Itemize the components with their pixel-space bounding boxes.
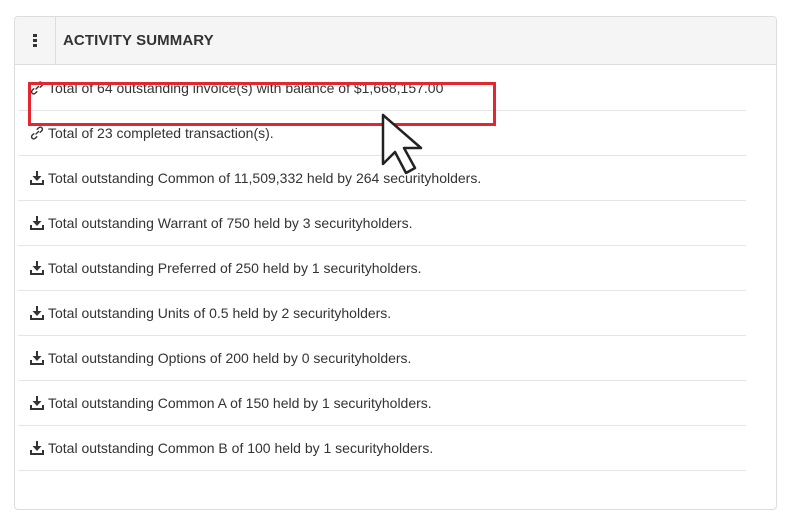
list-item-units[interactable]: Total outstanding Units of 0.5 held by 2…: [18, 291, 746, 336]
download-icon: [30, 216, 44, 230]
download-icon: [30, 351, 44, 365]
list-item-label: Total outstanding Preferred of 250 held …: [48, 260, 422, 276]
list-item-common[interactable]: Total outstanding Common of 11,509,332 h…: [18, 156, 746, 201]
list-item-transactions[interactable]: Total of 23 completed transaction(s).: [18, 111, 746, 156]
list-item-common-a[interactable]: Total outstanding Common A of 150 held b…: [18, 381, 746, 426]
list-item-invoices[interactable]: Total of 64 outstanding invoice(s) with …: [18, 66, 746, 111]
list-item-label: Total outstanding Common B of 100 held b…: [48, 440, 434, 456]
list-item-common-b[interactable]: Total outstanding Common B of 100 held b…: [18, 426, 746, 471]
download-icon: [30, 306, 44, 320]
panel-header: ACTIVITY SUMMARY: [15, 17, 776, 65]
list-item-options[interactable]: Total outstanding Options of 200 held by…: [18, 336, 746, 381]
list-item-preferred[interactable]: Total outstanding Preferred of 250 held …: [18, 246, 746, 291]
download-icon: [30, 261, 44, 275]
list-item-label: Total outstanding Units of 0.5 held by 2…: [48, 305, 392, 321]
list-item-label: Total outstanding Common A of 150 held b…: [48, 395, 432, 411]
download-icon: [30, 441, 44, 455]
link-icon: [30, 126, 44, 140]
kebab-menu-icon[interactable]: [15, 17, 56, 64]
list-item-label: Total outstanding Warrant of 750 held by…: [48, 215, 413, 231]
link-icon: [30, 81, 44, 95]
download-icon: [30, 396, 44, 410]
panel-title: ACTIVITY SUMMARY: [63, 32, 214, 49]
activity-list: Total of 64 outstanding invoice(s) with …: [18, 66, 746, 471]
list-item-warrant[interactable]: Total outstanding Warrant of 750 held by…: [18, 201, 746, 246]
list-item-label: Total of 64 outstanding invoice(s) with …: [48, 80, 444, 96]
download-icon: [30, 171, 44, 185]
list-item-label: Total of 23 completed transaction(s).: [48, 125, 274, 141]
list-item-label: Total outstanding Options of 200 held by…: [48, 350, 412, 366]
list-item-label: Total outstanding Common of 11,509,332 h…: [48, 170, 482, 186]
